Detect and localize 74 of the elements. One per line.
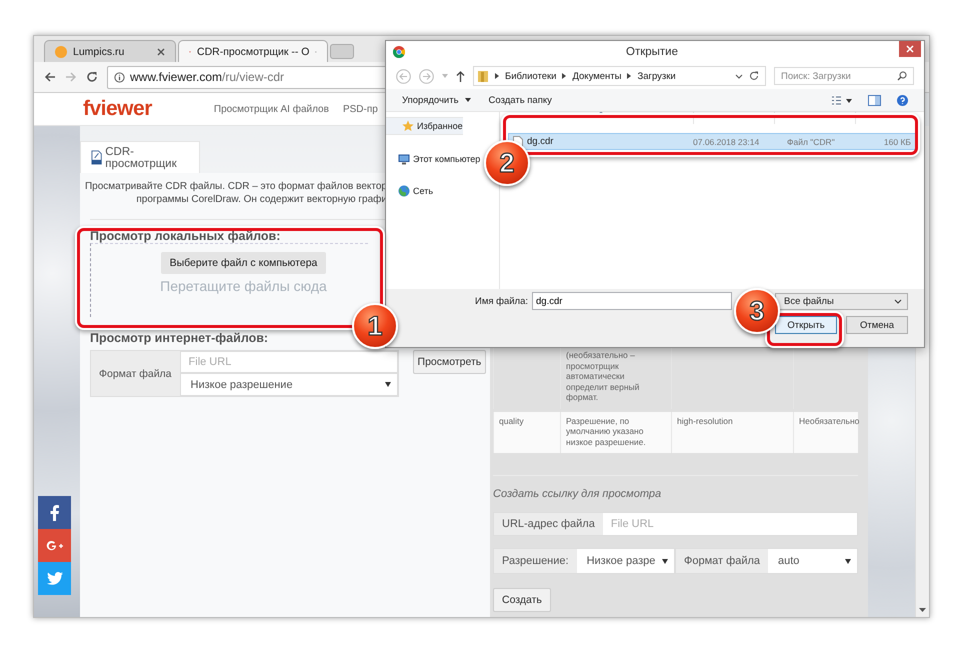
quality-select[interactable]: Низкое разрешение: [180, 373, 398, 396]
organize-menu[interactable]: Упорядочить: [402, 94, 459, 106]
share-button[interactable]: [38, 529, 71, 562]
back-icon[interactable]: [44, 71, 56, 83]
refresh-icon[interactable]: [749, 71, 759, 81]
help-icon[interactable]: [897, 94, 908, 106]
search-icon: [897, 71, 907, 81]
chevron-right-icon: [495, 73, 499, 79]
table-cell: quality: [493, 412, 560, 453]
share-button[interactable]: [38, 562, 71, 595]
computer-icon: [398, 154, 410, 164]
facebook-icon: [50, 504, 59, 520]
cancel-button[interactable]: Отмена: [846, 316, 908, 334]
scroll-down-icon[interactable]: [919, 608, 926, 612]
file-row[interactable]: dg.cdr 07.06.2018 23:14 Файл "CDR" 160 КБ: [508, 133, 916, 150]
nav-pane-item[interactable]: Сеть: [386, 183, 434, 199]
browser-tab[interactable]: Lumpics.ru: [44, 40, 176, 62]
url-input[interactable]: File URL: [180, 351, 398, 373]
bird-icon: [46, 572, 62, 585]
path-segment[interactable]: Библиотеки: [505, 70, 556, 82]
globe-icon: [398, 185, 410, 197]
close-button[interactable]: [899, 41, 921, 57]
search-field[interactable]: Поиск: Загрузки: [774, 67, 914, 85]
drop-zone[interactable]: Выберите файл с компьютера Перетащите файлы сюда: [90, 243, 368, 317]
reload-icon[interactable]: [86, 71, 98, 83]
path-bar[interactable]: Библиотеки Документы Загрузки: [473, 66, 766, 86]
share-button[interactable]: [38, 496, 71, 529]
file-type-select[interactable]: Все файлы: [775, 292, 908, 310]
chrome-logo-icon: [393, 46, 405, 58]
file-size: 160 КБ: [882, 136, 911, 146]
view-options-icon[interactable]: [832, 96, 852, 104]
filename-input[interactable]: dg.cdr: [532, 292, 732, 310]
info-icon: [114, 72, 125, 82]
create-button[interactable]: Создать: [493, 588, 551, 612]
view-button[interactable]: Просмотреть: [412, 350, 486, 374]
caret-icon[interactable]: [464, 98, 471, 102]
drop-hint: Перетащите файлы сюда: [160, 278, 327, 294]
viewer-tab[interactable]: CDR-просмотрщик: [80, 141, 200, 173]
section-title: Просмотр локальных файлов:: [90, 229, 282, 243]
file-date: 07.06.2018 23:14: [693, 136, 760, 146]
file-name: dg.cdr: [527, 136, 554, 147]
dialog-title: Открытие: [625, 46, 679, 58]
table-cell: Разрешение, по умолчанию указано низкое разрешение.: [560, 412, 671, 453]
site-logo[interactable]: fviewer: [83, 97, 152, 121]
document-icon: [91, 150, 102, 165]
folder-icon: [477, 70, 489, 82]
section-title: Создать ссылку для просмотра: [493, 488, 662, 500]
browser-tab[interactable]: CDR-просмотрщик -- О: [178, 40, 328, 62]
nav-link[interactable]: Просмотрщик AI файлов: [214, 104, 329, 114]
url-text: www.fviewer.com/ru/view-cdr: [130, 70, 284, 84]
chevron-down-icon[interactable]: [735, 74, 743, 78]
google-plus-icon: [46, 540, 64, 552]
path-segment[interactable]: Документы: [572, 70, 622, 82]
chevron-down-icon: [894, 298, 902, 304]
section-title: Просмотр интернет-файлов:: [90, 331, 270, 345]
table-cell: Необязательно: [793, 412, 861, 453]
up-arrow-icon[interactable]: [456, 70, 465, 82]
dot-icon: [55, 46, 67, 58]
file-type: Файл "CDR": [787, 136, 836, 146]
dropdown-arrow-icon: [384, 382, 391, 387]
new-folder-button[interactable]: Создать папку: [488, 94, 552, 106]
preview-pane-icon[interactable]: [868, 94, 881, 106]
path-segment[interactable]: Загрузки: [637, 70, 676, 82]
nav-pane-item[interactable]: Избранное: [386, 117, 463, 135]
chevron-right-icon: [562, 73, 566, 79]
field-label: Формат файла: [91, 351, 180, 396]
nav-pane-item[interactable]: Этот компьютер: [386, 151, 480, 167]
nav-link[interactable]: PSD-пр: [342, 104, 378, 114]
open-button[interactable]: Открыть: [775, 316, 837, 334]
choose-file-button[interactable]: Выберите файл с компьютера: [160, 252, 326, 274]
table-cell: high-resolution: [671, 412, 793, 453]
star-icon: [402, 120, 414, 132]
filename-label: Имя файла:: [474, 296, 528, 306]
chevron-right-icon: [627, 73, 632, 79]
